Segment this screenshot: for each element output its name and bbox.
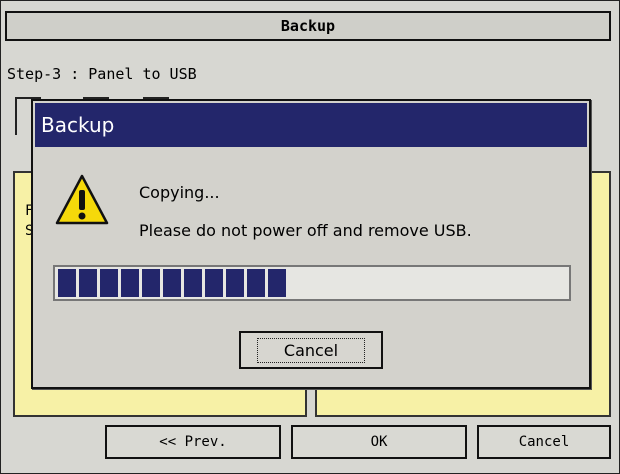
dialog-message-warning: Please do not power off and remove USB. <box>139 221 472 240</box>
progress-segment <box>58 269 76 297</box>
warning-icon <box>55 174 109 225</box>
progress-segment <box>184 269 202 297</box>
screen-title-bar: Backup <box>5 11 611 41</box>
dialog-cancel-label: Cancel <box>256 337 366 363</box>
dialog-cancel-button[interactable]: Cancel <box>239 331 383 369</box>
dialog-title: Backup <box>41 113 115 137</box>
prev-button[interactable]: << Prev. <box>105 425 281 459</box>
progress-segment <box>163 269 181 297</box>
progress-segment <box>205 269 223 297</box>
progress-segment <box>79 269 97 297</box>
progress-segment <box>247 269 265 297</box>
copy-progress-bar <box>53 265 571 301</box>
progress-segment <box>142 269 160 297</box>
ok-button[interactable]: OK <box>291 425 467 459</box>
backup-dialog: Backup Copying... Please do not power of… <box>31 99 591 389</box>
cancel-button[interactable]: Cancel <box>477 425 611 459</box>
screen-title: Backup <box>280 17 336 35</box>
progress-segment <box>121 269 139 297</box>
progress-segment <box>226 269 244 297</box>
hmi-screen: Backup Step-3 : Panel to USB F S << Prev… <box>0 0 620 474</box>
progress-segment <box>100 269 118 297</box>
step-label: Step-3 : Panel to USB <box>7 65 197 83</box>
dialog-title-bar: Backup <box>35 103 587 147</box>
progress-segment <box>268 269 286 297</box>
dialog-message-status: Copying... <box>139 183 220 202</box>
